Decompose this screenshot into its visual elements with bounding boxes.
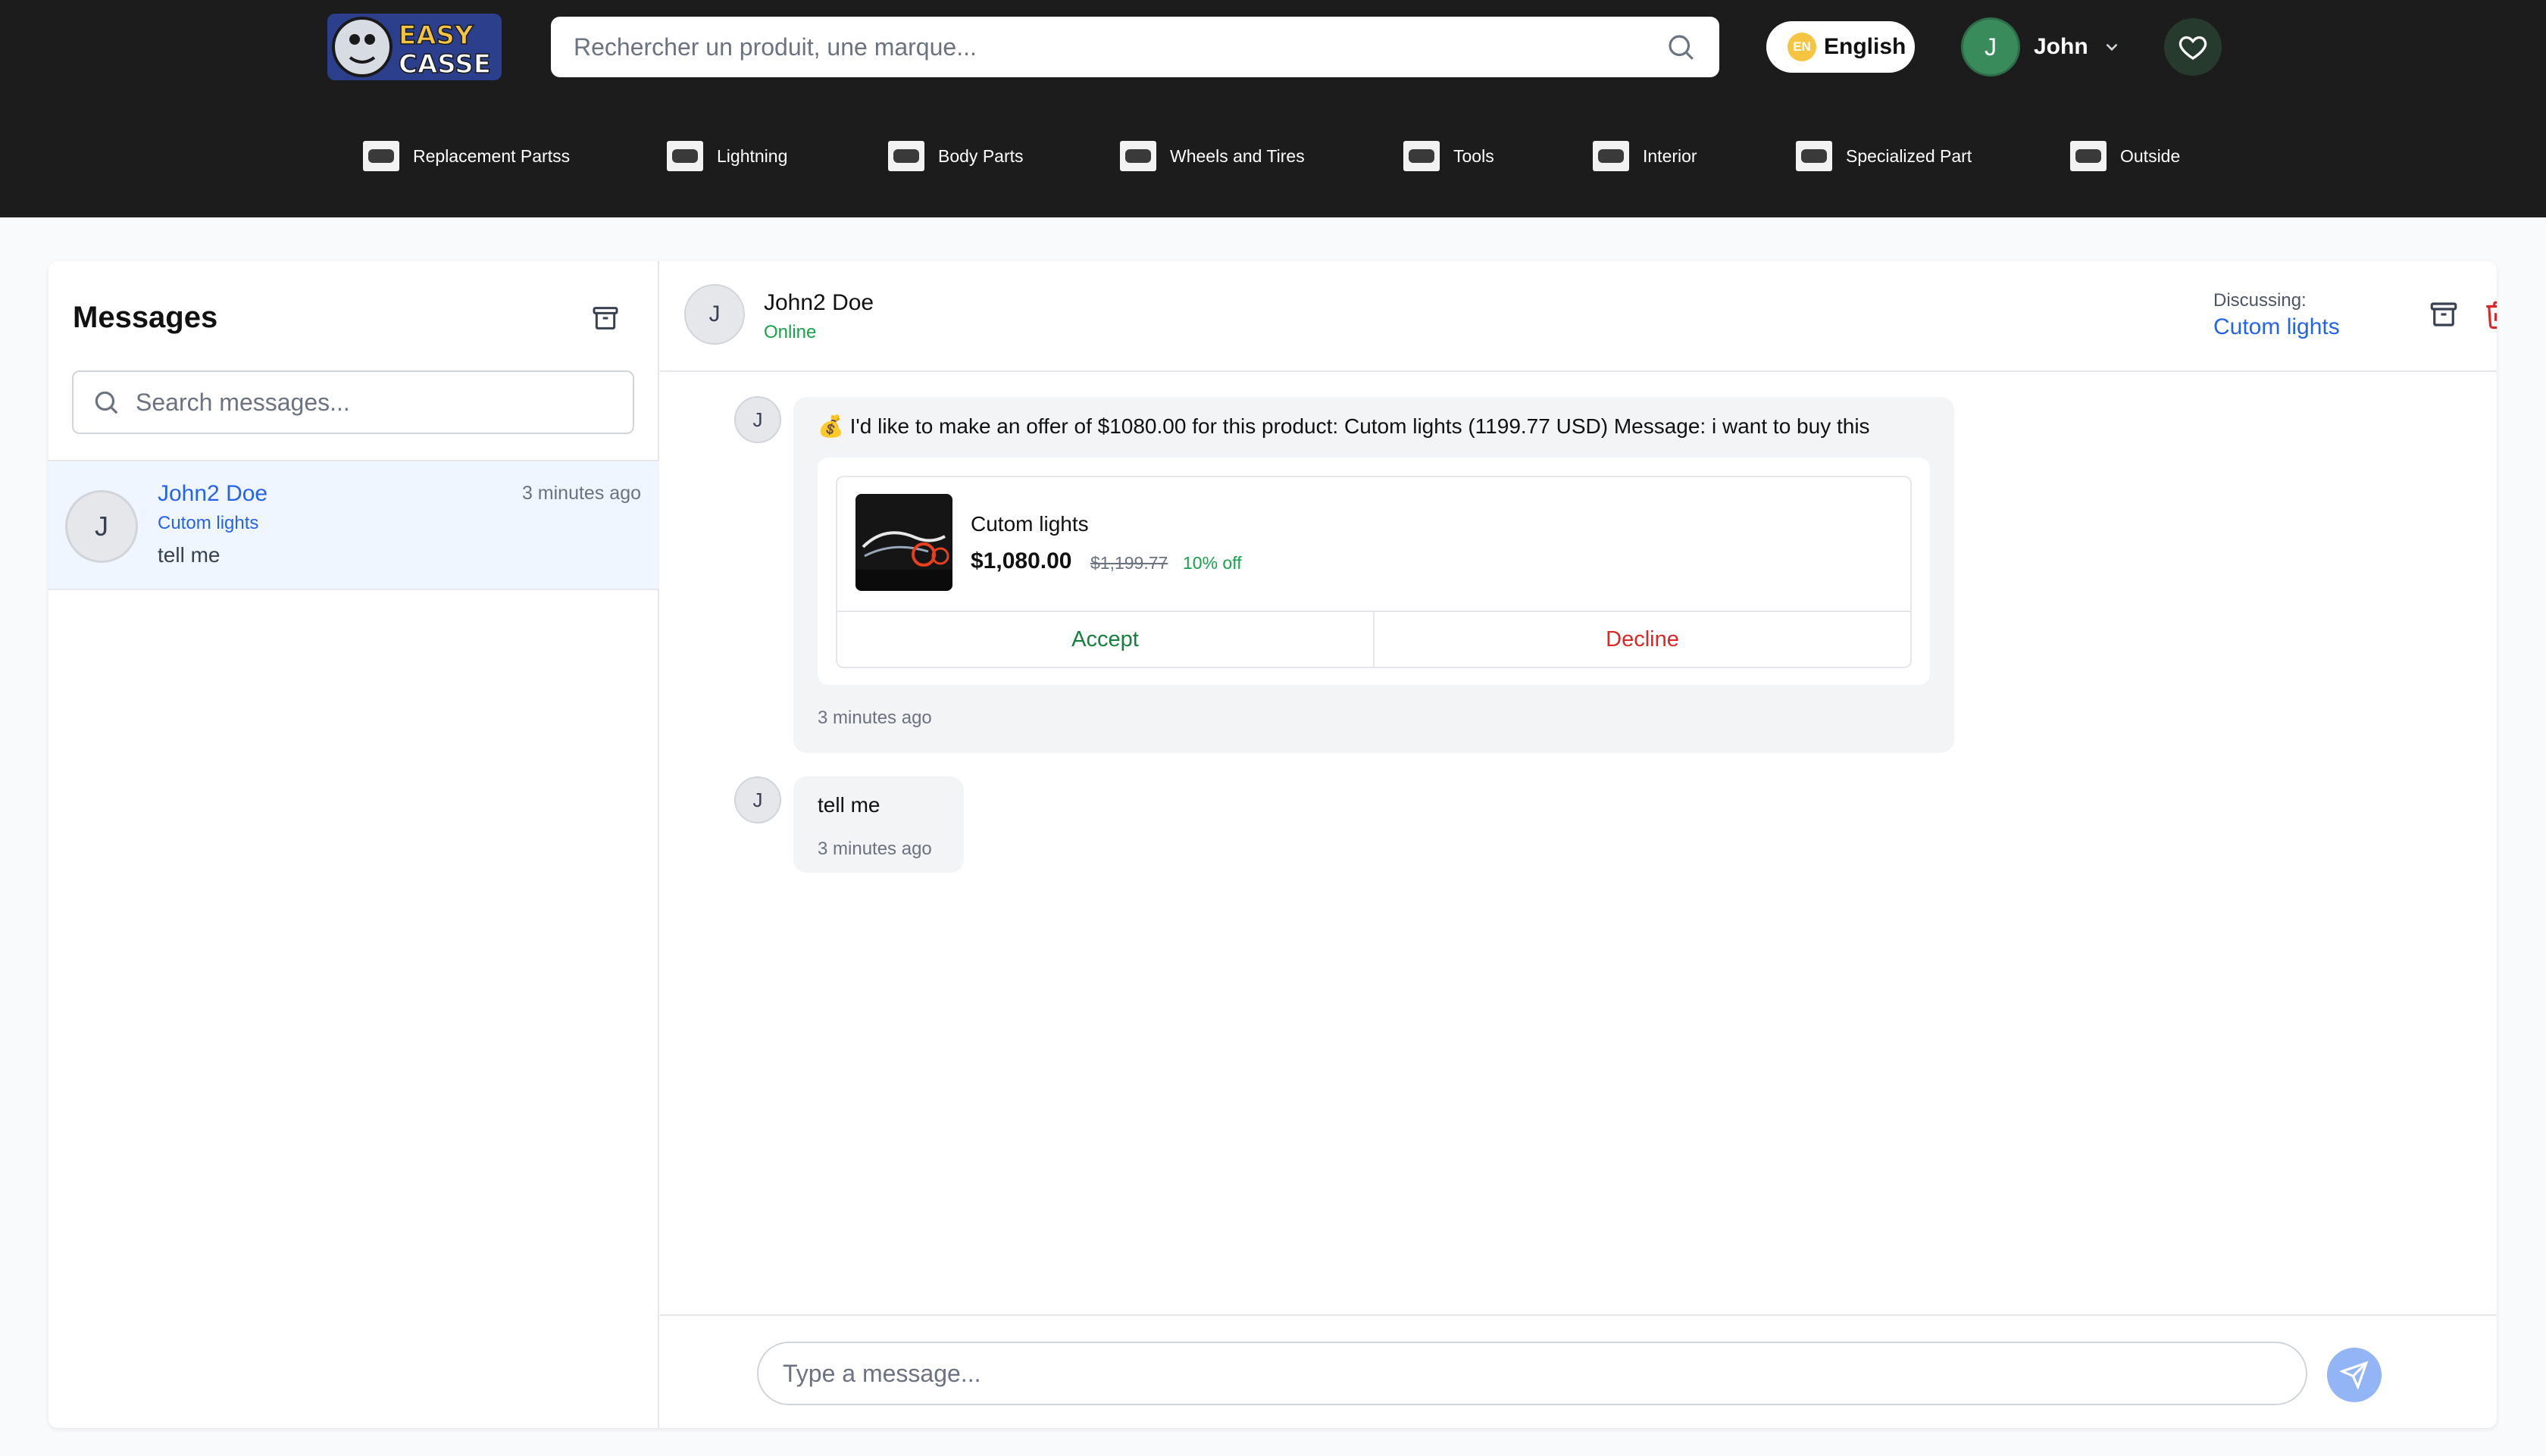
chevron-down-icon <box>2106 43 2118 52</box>
wheel-icon <box>1120 141 1156 171</box>
send-icon <box>2340 1361 2369 1389</box>
discussing-product-link[interactable]: Cutom lights <box>2213 314 2340 340</box>
decline-offer-button[interactable]: Decline <box>1375 612 1910 667</box>
body-part-icon <box>888 141 924 171</box>
conversation-contact-name: John2 Doe <box>158 481 268 506</box>
user-avatar: J <box>1961 17 2020 77</box>
specialized-part-icon <box>1796 141 1832 171</box>
discount-badge: 10% off <box>1183 553 1242 573</box>
conversation-time: 3 minutes ago <box>521 483 641 504</box>
message-avatar: J <box>734 396 781 443</box>
send-button[interactable] <box>2327 1348 2382 1402</box>
category-label: Body Parts <box>938 145 1024 166</box>
message-timestamp: 3 minutes ago <box>818 839 932 859</box>
offer-message-text: 💰 I'd like to make an offer of $1080.00 … <box>818 414 1870 438</box>
conversation-last-message: tell me <box>158 543 221 567</box>
original-price: $1,199.77 <box>1090 553 1168 573</box>
svg-text:EASY: EASY <box>399 20 474 51</box>
chat-area: J John2 Doe Online Discussing: Cutom lig… <box>660 261 2497 1428</box>
headlight-icon <box>667 141 703 171</box>
conversation-product: Cutom lights <box>158 513 259 533</box>
contact-avatar: J <box>684 284 745 345</box>
messages-title: Messages <box>73 301 218 334</box>
search-placeholder: Rechercher un produit, une marque... <box>574 33 977 61</box>
message-bubble: tell me 3 minutes ago <box>793 776 964 873</box>
product-search-input[interactable]: Rechercher un produit, une marque... <box>551 17 1719 77</box>
message-timestamp: 3 minutes ago <box>818 708 932 728</box>
search-icon[interactable] <box>1665 31 1697 63</box>
offer-actions: Accept Decline <box>837 611 1910 667</box>
messages-panel: Messages Search messages... J John2 Doe … <box>48 261 2497 1428</box>
language-label: English <box>1824 34 1906 59</box>
category-label: Outside <box>2120 145 2181 166</box>
category-label: Specialized Part <box>1846 145 1972 166</box>
archived-conversations-button[interactable] <box>588 301 623 336</box>
interior-icon <box>1593 141 1629 171</box>
category-label: Lightning <box>717 145 788 166</box>
archive-conversation-button[interactable] <box>2426 296 2462 333</box>
category-lightning[interactable]: Lightning <box>667 133 787 179</box>
message-composer: Type a message... <box>660 1314 2497 1428</box>
conversation-item[interactable]: J John2 Doe 3 minutes ago Cutom lights t… <box>48 460 659 590</box>
category-label: Tools <box>1453 145 1494 166</box>
chat-header: J John2 Doe Online Discussing: Cutom lig… <box>660 261 2497 372</box>
car-part-icon <box>363 141 399 171</box>
top-header: EASY CASSE Rechercher un produit, une ma… <box>0 0 2546 217</box>
delete-conversation-button[interactable] <box>2480 296 2497 333</box>
category-label: Replacement Partss <box>413 145 571 166</box>
language-selector[interactable]: EN English <box>1766 21 1915 73</box>
archive-icon <box>2430 302 2457 327</box>
svg-text:CASSE: CASSE <box>399 49 491 80</box>
conversation-list-sidebar: Messages Search messages... J John2 Doe … <box>48 261 659 1428</box>
accept-offer-button[interactable]: Accept <box>837 612 1375 667</box>
message-search-input[interactable]: Search messages... <box>72 370 634 434</box>
discussing-label: Discussing: <box>2213 290 2307 311</box>
user-menu[interactable]: J John <box>1961 17 2122 77</box>
category-label: Wheels and Tires <box>1170 145 1305 166</box>
offer-price: $1,080.00 <box>971 548 1072 573</box>
category-tools[interactable]: Tools <box>1403 133 1494 179</box>
category-nav: Replacement Partss Lightning Body Parts … <box>0 133 2546 179</box>
user-name: John <box>2034 34 2088 59</box>
easy-casse-logo[interactable]: EASY CASSE <box>326 9 503 83</box>
category-specialized-part[interactable]: Specialized Part <box>1796 133 1972 179</box>
message-search-placeholder: Search messages... <box>136 388 350 416</box>
tool-icon <box>1403 141 1440 171</box>
category-wheels-tires[interactable]: Wheels and Tires <box>1120 133 1305 179</box>
heart-icon <box>2178 36 2207 60</box>
message-input-placeholder: Type a message... <box>783 1359 981 1387</box>
search-icon <box>95 391 118 414</box>
offer-card: Cutom lights $1,080.00 $1,199.77 10% off… <box>836 476 1912 668</box>
language-code-badge: EN <box>1788 33 1816 61</box>
message-input[interactable]: Type a message... <box>757 1342 2307 1405</box>
favorites-button[interactable] <box>2164 18 2222 76</box>
offer-card-container: Cutom lights $1,080.00 $1,199.77 10% off… <box>818 458 1930 685</box>
contact-name: John2 Doe <box>764 290 874 315</box>
product-image[interactable] <box>855 494 952 591</box>
offer-product-title: Cutom lights <box>971 512 1089 536</box>
category-body-parts[interactable]: Body Parts <box>888 133 1024 179</box>
category-interior[interactable]: Interior <box>1593 133 1697 179</box>
contact-status: Online <box>764 322 817 342</box>
exterior-icon <box>2070 141 2107 171</box>
category-outside[interactable]: Outside <box>2070 133 2180 179</box>
archive-icon <box>593 307 618 330</box>
category-label: Interior <box>1643 145 1697 166</box>
category-replacement-parts[interactable]: Replacement Partss <box>363 133 570 179</box>
offer-message-bubble: 💰 I'd like to make an offer of $1080.00 … <box>793 397 1954 753</box>
message-text: tell me <box>818 793 880 817</box>
message-avatar: J <box>734 776 781 823</box>
conversation-avatar: J <box>65 490 138 563</box>
trash-icon <box>2486 301 2497 330</box>
